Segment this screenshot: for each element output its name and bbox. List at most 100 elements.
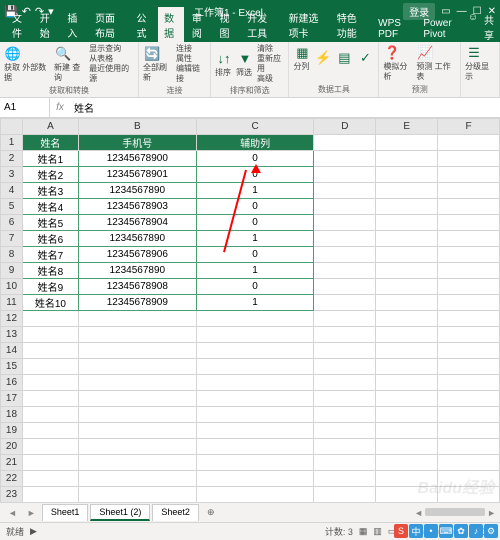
advanced[interactable]: 高级 — [257, 74, 284, 84]
ribbon-tab-0[interactable]: 文件 — [6, 7, 32, 42]
ribbon-tab-1[interactable]: 开始 — [34, 7, 60, 42]
col-header-F[interactable]: F — [438, 119, 500, 135]
ribbon-tab-2[interactable]: 插入 — [61, 7, 87, 42]
filter-button[interactable]: ▼筛选 — [236, 50, 254, 78]
row-header-12[interactable]: 12 — [1, 311, 23, 327]
ribbon-tab-11[interactable]: WPS PDF — [372, 15, 415, 42]
sheet-nav-prev-icon[interactable]: ◄ — [4, 508, 21, 518]
select-all-corner[interactable] — [1, 119, 23, 135]
cell-phone-7[interactable]: 1234567890 — [78, 263, 196, 279]
row-header-15[interactable]: 15 — [1, 359, 23, 375]
remove-dup-icon[interactable]: ▤ — [335, 49, 353, 67]
cell-aux-2[interactable]: 1 — [196, 183, 314, 199]
col-header-A[interactable]: A — [22, 119, 78, 135]
cell-name-8[interactable]: 姓名9 — [22, 279, 78, 295]
forecast-button[interactable]: 📈预测 工作表 — [416, 44, 456, 82]
ime-icon-1[interactable]: S — [394, 524, 408, 538]
sort-button[interactable]: ↓↑排序 — [215, 50, 233, 78]
row-header-5[interactable]: 5 — [1, 199, 23, 215]
row-header-18[interactable]: 18 — [1, 407, 23, 423]
outline-button[interactable]: ☰分级显示 — [465, 44, 495, 82]
col-header-D[interactable]: D — [314, 119, 376, 135]
cell-phone-1[interactable]: 12345678901 — [78, 167, 196, 183]
from-table[interactable]: 从表格 — [89, 54, 134, 64]
row-header-14[interactable]: 14 — [1, 343, 23, 359]
col-header-C[interactable]: C — [196, 119, 314, 135]
table-header-0[interactable]: 姓名 — [22, 135, 78, 151]
sheet-tab-2[interactable]: Sheet2 — [152, 504, 199, 521]
ime-icon-2[interactable]: 中 — [409, 524, 423, 538]
cell-aux-6[interactable]: 0 — [196, 247, 314, 263]
cell-phone-5[interactable]: 1234567890 — [78, 231, 196, 247]
cell-phone-4[interactable]: 12345678904 — [78, 215, 196, 231]
cell-name-3[interactable]: 姓名4 — [22, 199, 78, 215]
row-header-6[interactable]: 6 — [1, 215, 23, 231]
row-header-13[interactable]: 13 — [1, 327, 23, 343]
ribbon-tab-8[interactable]: 开发工具 — [241, 7, 280, 42]
recent-sources[interactable]: 最近使用的源 — [89, 64, 134, 84]
reapply[interactable]: 重新应用 — [257, 54, 284, 74]
hscroll-left-icon[interactable]: ◄ — [414, 508, 423, 518]
ribbon-tab-6[interactable]: 审阅 — [186, 7, 212, 42]
external-data-button[interactable]: 🌐获取 外部数据 — [4, 45, 51, 83]
cell-name-7[interactable]: 姓名8 — [22, 263, 78, 279]
cell-name-9[interactable]: 姓名10 — [22, 295, 78, 311]
properties[interactable]: 属性 — [176, 54, 206, 64]
cell-aux-7[interactable]: 1 — [196, 263, 314, 279]
sheet-tab-0[interactable]: Sheet1 — [42, 504, 89, 521]
cell-name-6[interactable]: 姓名7 — [22, 247, 78, 263]
row-header-19[interactable]: 19 — [1, 423, 23, 439]
cell-phone-6[interactable]: 12345678906 — [78, 247, 196, 263]
cell-phone-3[interactable]: 12345678903 — [78, 199, 196, 215]
sheet-nav-next-icon[interactable]: ► — [23, 508, 40, 518]
cell-aux-8[interactable]: 0 — [196, 279, 314, 295]
share-button[interactable]: 共享 — [484, 12, 494, 42]
view-normal-icon[interactable]: ▦ — [359, 526, 368, 537]
ime-icon-7[interactable]: ⚙ — [484, 524, 498, 538]
cell-name-2[interactable]: 姓名3 — [22, 183, 78, 199]
ime-icon-5[interactable]: ✿ — [454, 524, 468, 538]
table-header-2[interactable]: 辅助列 — [196, 135, 314, 151]
macro-icon[interactable]: ▶ — [30, 526, 37, 537]
ribbon-tab-5[interactable]: 数据 — [158, 7, 184, 42]
ime-icon-6[interactable]: ♪ — [469, 524, 483, 538]
row-header-9[interactable]: 9 — [1, 263, 23, 279]
table-header-1[interactable]: 手机号 — [78, 135, 196, 151]
row-header-2[interactable]: 2 — [1, 151, 23, 167]
refresh-all-button[interactable]: 🔄全部刷新 — [143, 45, 173, 83]
cell-name-5[interactable]: 姓名6 — [22, 231, 78, 247]
whatif-button[interactable]: ❓模拟分析 — [383, 44, 413, 82]
show-queries[interactable]: 显示查询 — [89, 44, 134, 54]
row-header-20[interactable]: 20 — [1, 439, 23, 455]
formula-input[interactable]: 姓名 — [70, 100, 500, 115]
cell-phone-2[interactable]: 1234567890 — [78, 183, 196, 199]
cell-phone-0[interactable]: 12345678900 — [78, 151, 196, 167]
row-header-11[interactable]: 11 — [1, 295, 23, 311]
name-box[interactable]: A1 — [0, 98, 50, 117]
cell-aux-4[interactable]: 0 — [196, 215, 314, 231]
cell-name-4[interactable]: 姓名5 — [22, 215, 78, 231]
clear-filter[interactable]: 清除 — [257, 44, 284, 54]
row-header-8[interactable]: 8 — [1, 247, 23, 263]
text-to-columns-button[interactable]: ▦分列 — [293, 44, 311, 72]
col-header-E[interactable]: E — [376, 119, 438, 135]
cell-aux-9[interactable]: 1 — [196, 295, 314, 311]
tell-me-icon[interactable]: ☺ — [468, 12, 478, 42]
cell-phone-8[interactable]: 12345678908 — [78, 279, 196, 295]
row-header-4[interactable]: 4 — [1, 183, 23, 199]
row-header-22[interactable]: 22 — [1, 471, 23, 487]
row-header-21[interactable]: 21 — [1, 455, 23, 471]
connections[interactable]: 连接 — [176, 44, 206, 54]
validation-icon[interactable]: ✓ — [356, 49, 374, 67]
ribbon-tab-3[interactable]: 页面布局 — [89, 7, 128, 42]
ribbon-tab-12[interactable]: Power Pivot — [417, 15, 466, 42]
hscroll-track[interactable] — [425, 508, 485, 516]
worksheet-grid[interactable]: ABCDEF1姓名手机号辅助列2姓名11234567890003姓名212345… — [0, 118, 500, 502]
new-query-button[interactable]: 🔍新建 查询 — [54, 45, 86, 83]
row-header-23[interactable]: 23 — [1, 487, 23, 503]
row-header-16[interactable]: 16 — [1, 375, 23, 391]
hscroll-right-icon[interactable]: ► — [487, 508, 496, 518]
ime-icon-4[interactable]: ⌨ — [439, 524, 453, 538]
ribbon-tab-7[interactable]: 视图 — [214, 7, 240, 42]
row-header-10[interactable]: 10 — [1, 279, 23, 295]
